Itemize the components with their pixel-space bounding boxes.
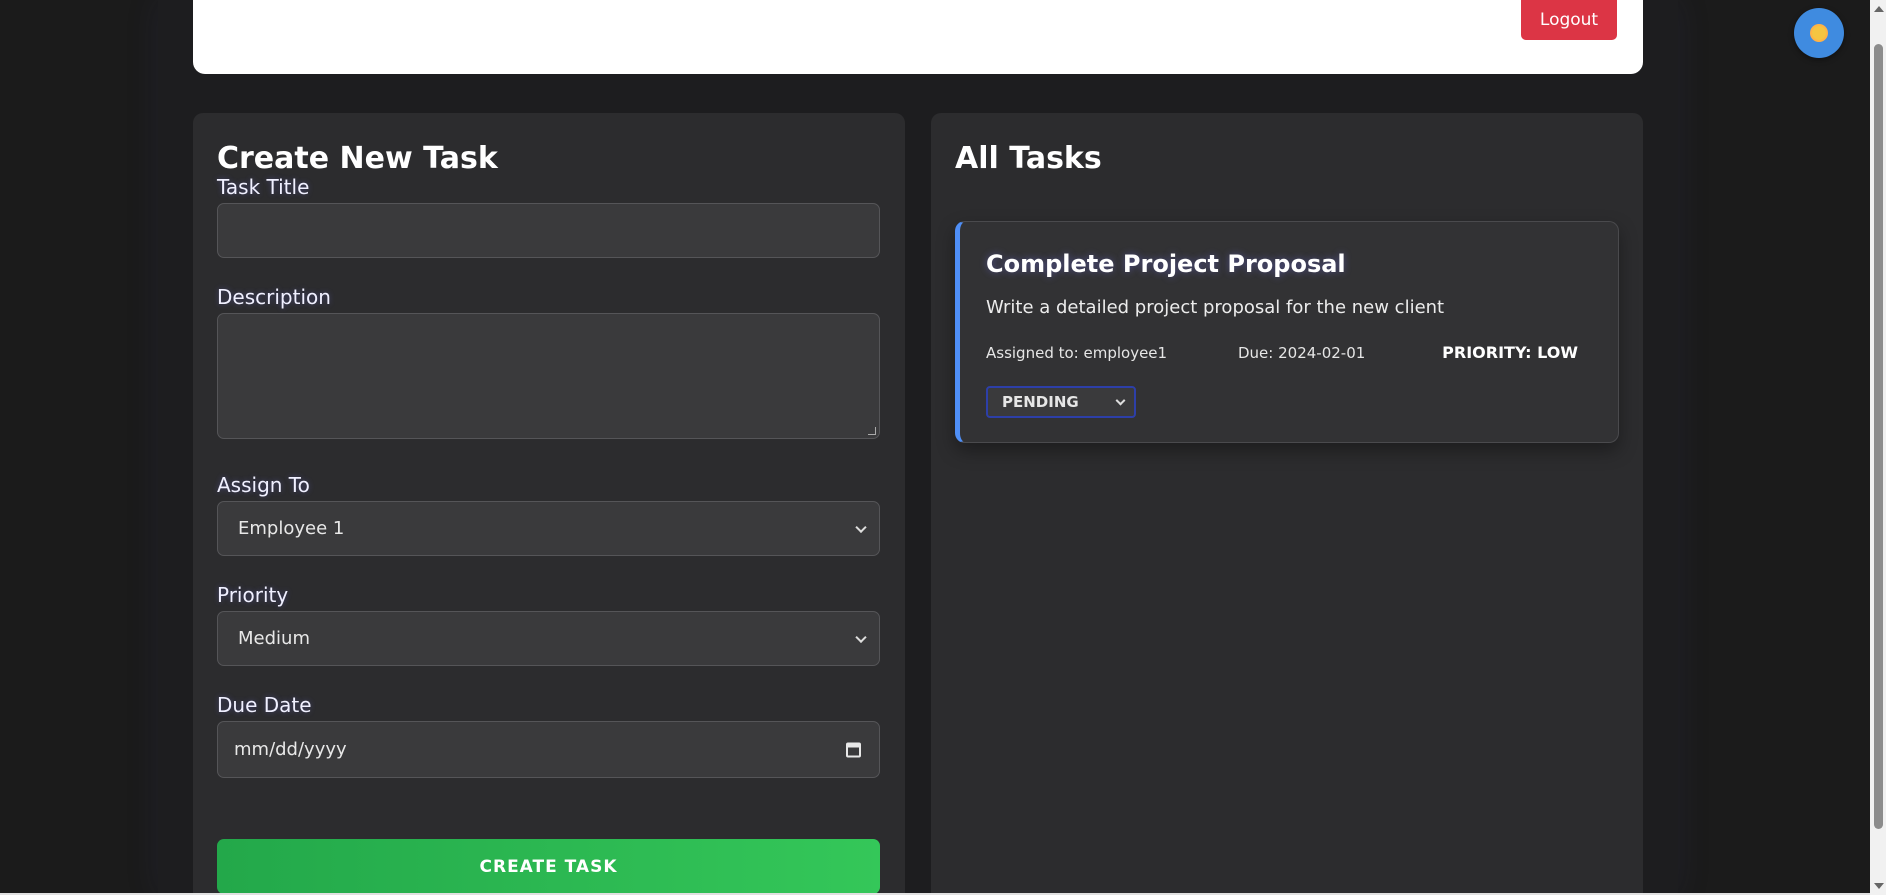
due-date-placeholder: mm/dd/yyyy — [234, 739, 347, 760]
task-title-label: Task Title — [217, 175, 310, 199]
scroll-down-icon[interactable] — [1874, 883, 1884, 889]
sun-icon — [1812, 26, 1826, 40]
calendar-icon[interactable] — [846, 742, 861, 757]
vertical-scrollbar[interactable] — [1870, 0, 1886, 895]
priority-value: Medium — [238, 628, 310, 649]
task-status-value: PENDING — [1002, 393, 1079, 411]
task-title-input[interactable] — [217, 203, 880, 258]
priority-label: Priority — [217, 583, 289, 607]
due-date-input[interactable]: mm/dd/yyyy — [217, 721, 880, 778]
chevron-down-icon — [855, 521, 867, 533]
task-title: Complete Project Proposal — [986, 250, 1346, 278]
scroll-thumb[interactable] — [1874, 44, 1883, 829]
task-status-select[interactable]: PENDING — [986, 386, 1136, 418]
task-card: Complete Project Proposal Write a detail… — [955, 221, 1619, 443]
assign-to-label: Assign To — [217, 473, 310, 497]
description-textarea[interactable] — [217, 313, 880, 439]
due-date-label: Due Date — [217, 693, 312, 717]
create-task-button[interactable]: CREATE TASK — [217, 839, 880, 894]
logout-button[interactable]: Logout — [1521, 0, 1617, 40]
priority-select[interactable]: Medium — [217, 611, 880, 666]
assign-to-select[interactable]: Employee 1 — [217, 501, 880, 556]
create-task-heading: Create New Task — [217, 141, 498, 176]
all-tasks-heading: All Tasks — [955, 141, 1102, 176]
resize-grip-icon[interactable] — [868, 427, 876, 435]
all-tasks-panel: All Tasks Complete Project Proposal Writ… — [931, 113, 1643, 895]
assign-to-value: Employee 1 — [238, 518, 345, 539]
task-due-date: Due: 2024-02-01 — [1238, 344, 1366, 362]
header-card: Logout — [193, 0, 1643, 74]
task-description: Write a detailed project proposal for th… — [986, 297, 1445, 318]
task-priority: PRIORITY: LOW — [1442, 343, 1578, 362]
chevron-down-icon — [855, 631, 867, 643]
chevron-down-icon — [1115, 395, 1126, 406]
create-task-panel: Create New Task Task Title Description A… — [193, 113, 905, 895]
scroll-up-icon[interactable] — [1874, 6, 1884, 12]
theme-toggle-button[interactable] — [1794, 8, 1844, 58]
task-assigned: Assigned to: employee1 — [986, 344, 1168, 362]
description-label: Description — [217, 285, 331, 309]
